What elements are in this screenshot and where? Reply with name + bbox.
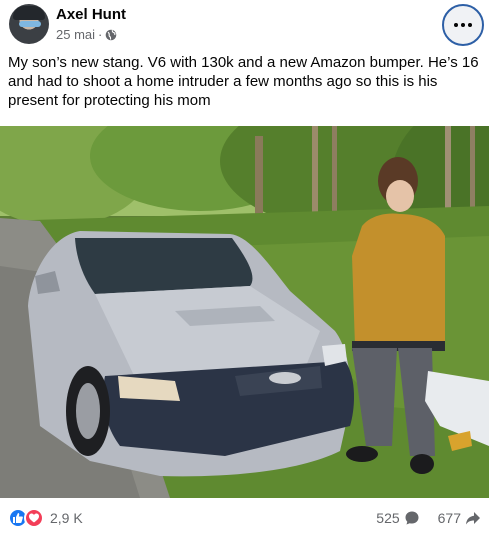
reaction-count[interactable]: 2,9 K [50, 510, 83, 526]
love-icon [24, 508, 44, 528]
post-header: Axel Hunt 25 mai · [8, 4, 486, 48]
globe-icon[interactable] [105, 29, 117, 41]
meta-separator: · [98, 27, 103, 42]
shares-count[interactable]: 677 [438, 510, 461, 526]
engagement-stats: 525 677 [376, 510, 481, 526]
reactions-bar: 2,9 K 525 677 [8, 505, 481, 531]
comments-count[interactable]: 525 [376, 510, 399, 526]
avatar[interactable] [9, 4, 49, 44]
post-date[interactable]: 25 mai [56, 27, 95, 42]
more-options-icon [454, 23, 458, 27]
more-options-button[interactable] [442, 4, 484, 46]
post-meta: 25 mai · [56, 27, 117, 42]
post-text: My son’s new stang. V6 with 130k and a n… [8, 54, 479, 109]
share-icon[interactable] [465, 510, 481, 526]
post-photo[interactable] [0, 126, 489, 498]
comment-icon[interactable] [404, 510, 420, 526]
reaction-icons[interactable] [8, 508, 44, 528]
author-name[interactable]: Axel Hunt [56, 6, 126, 23]
photo-scene [0, 126, 489, 498]
